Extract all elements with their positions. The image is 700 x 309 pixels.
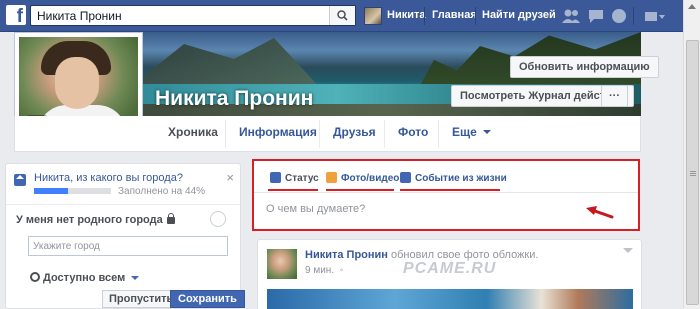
search-icon — [337, 10, 348, 21]
notifications-globe-icon[interactable] — [610, 8, 628, 24]
friend-requests-icon[interactable] — [562, 8, 580, 24]
composer-tab-label: Статус — [285, 173, 319, 184]
post-options-chevron-icon[interactable] — [623, 248, 633, 253]
nav-find-friends-link[interactable]: Найти друзей — [482, 9, 556, 21]
flag-icon — [400, 172, 411, 183]
tab-more[interactable]: Еще — [452, 125, 491, 139]
messages-icon[interactable] — [587, 8, 605, 24]
no-hometown-label: У меня нет родного города — [16, 213, 175, 226]
tab-friends[interactable]: Друзья — [333, 125, 376, 139]
top-navigation-bar: f Никита Главная Найти друзей — [0, 0, 683, 32]
nav-divider — [424, 7, 425, 25]
timeline-post: Никита Пронин обновил свое фото обложки.… — [257, 239, 642, 309]
profile-name: Никита Пронин — [155, 87, 314, 110]
tab-more-label: Еще — [452, 125, 477, 139]
privacy-selector[interactable]: Доступно всем — [30, 272, 140, 284]
post-author-avatar[interactable] — [267, 249, 297, 279]
no-hometown-text: У меня нет родного города — [16, 214, 163, 226]
composer-tab-life-event[interactable]: Событие из жизни — [400, 172, 507, 184]
photo-icon — [326, 172, 337, 183]
nav-user-avatar[interactable] — [364, 7, 382, 25]
profile-tabs-bar: Хроника Информация Друзья Фото Еще — [14, 116, 641, 152]
pencil-icon — [270, 172, 281, 183]
save-button[interactable]: Сохранить — [170, 290, 245, 308]
search-box — [30, 5, 356, 26]
post-timestamp[interactable]: 9 мин. — [305, 265, 334, 276]
nav-home-link[interactable]: Главная — [432, 9, 477, 21]
post-meta: 9 мин. ◦ — [305, 265, 343, 276]
chevron-down-icon — [482, 130, 491, 134]
photo-tab-underline — [326, 189, 394, 191]
hometown-question[interactable]: Никита, из какого вы города? — [34, 172, 183, 184]
facebook-logo-icon[interactable]: f — [6, 5, 26, 25]
scroll-up-arrow-icon[interactable] — [688, 4, 696, 9]
tab-photos[interactable]: Фото — [398, 125, 428, 139]
status-tab-underline — [268, 189, 318, 191]
settings-menu-icon[interactable] — [644, 8, 666, 24]
close-icon[interactable]: × — [226, 170, 234, 185]
profile-progress-fill — [34, 188, 68, 194]
tab-timeline[interactable]: Хроника — [168, 125, 218, 139]
hometown-prompt-card: Никита, из какого вы города? × Заполнено… — [5, 163, 245, 309]
profile-progress-bar — [34, 188, 111, 194]
composer-tab-status[interactable]: Статус — [270, 172, 319, 184]
red-arrow-icon — [586, 206, 614, 219]
privacy-label: Доступно всем — [43, 272, 126, 284]
globe-icon — [30, 272, 40, 282]
audience-globe-icon: ◦ — [339, 265, 344, 276]
post-cover-image[interactable] — [267, 289, 633, 309]
status-input[interactable]: О чем вы думаете? — [266, 203, 365, 215]
home-icon — [14, 174, 26, 186]
scrollbar-thumb[interactable] — [686, 40, 699, 305]
search-input[interactable] — [31, 6, 321, 25]
chevron-down-icon — [131, 276, 140, 280]
search-button[interactable] — [329, 6, 355, 25]
skip-button[interactable]: Пропустить — [102, 290, 181, 308]
progress-text: Заполнено на 44% — [118, 186, 206, 197]
lock-icon — [166, 213, 175, 224]
watermark: PCAME.RU — [403, 260, 497, 277]
nav-divider — [633, 7, 634, 25]
nav-user-name-link[interactable]: Никита — [387, 9, 425, 21]
more-options-button[interactable]: ··· — [601, 85, 628, 107]
event-tab-underline — [400, 189, 500, 191]
composer-tab-label: Событие из жизни — [415, 173, 507, 184]
no-hometown-toggle[interactable] — [210, 211, 226, 227]
composer-tab-label: Фото/видео — [341, 173, 400, 184]
status-composer: Статус Фото/видео Событие из жизни О чем… — [252, 159, 640, 231]
city-input[interactable] — [28, 236, 228, 256]
post-author-link[interactable]: Никита Пронин — [305, 249, 388, 261]
update-info-button[interactable]: Обновить информацию — [510, 56, 659, 78]
nav-divider — [475, 7, 476, 25]
vertical-scrollbar[interactable] — [683, 0, 700, 309]
tab-about[interactable]: Информация — [239, 125, 317, 139]
composer-tab-photo-video[interactable]: Фото/видео — [326, 172, 399, 184]
